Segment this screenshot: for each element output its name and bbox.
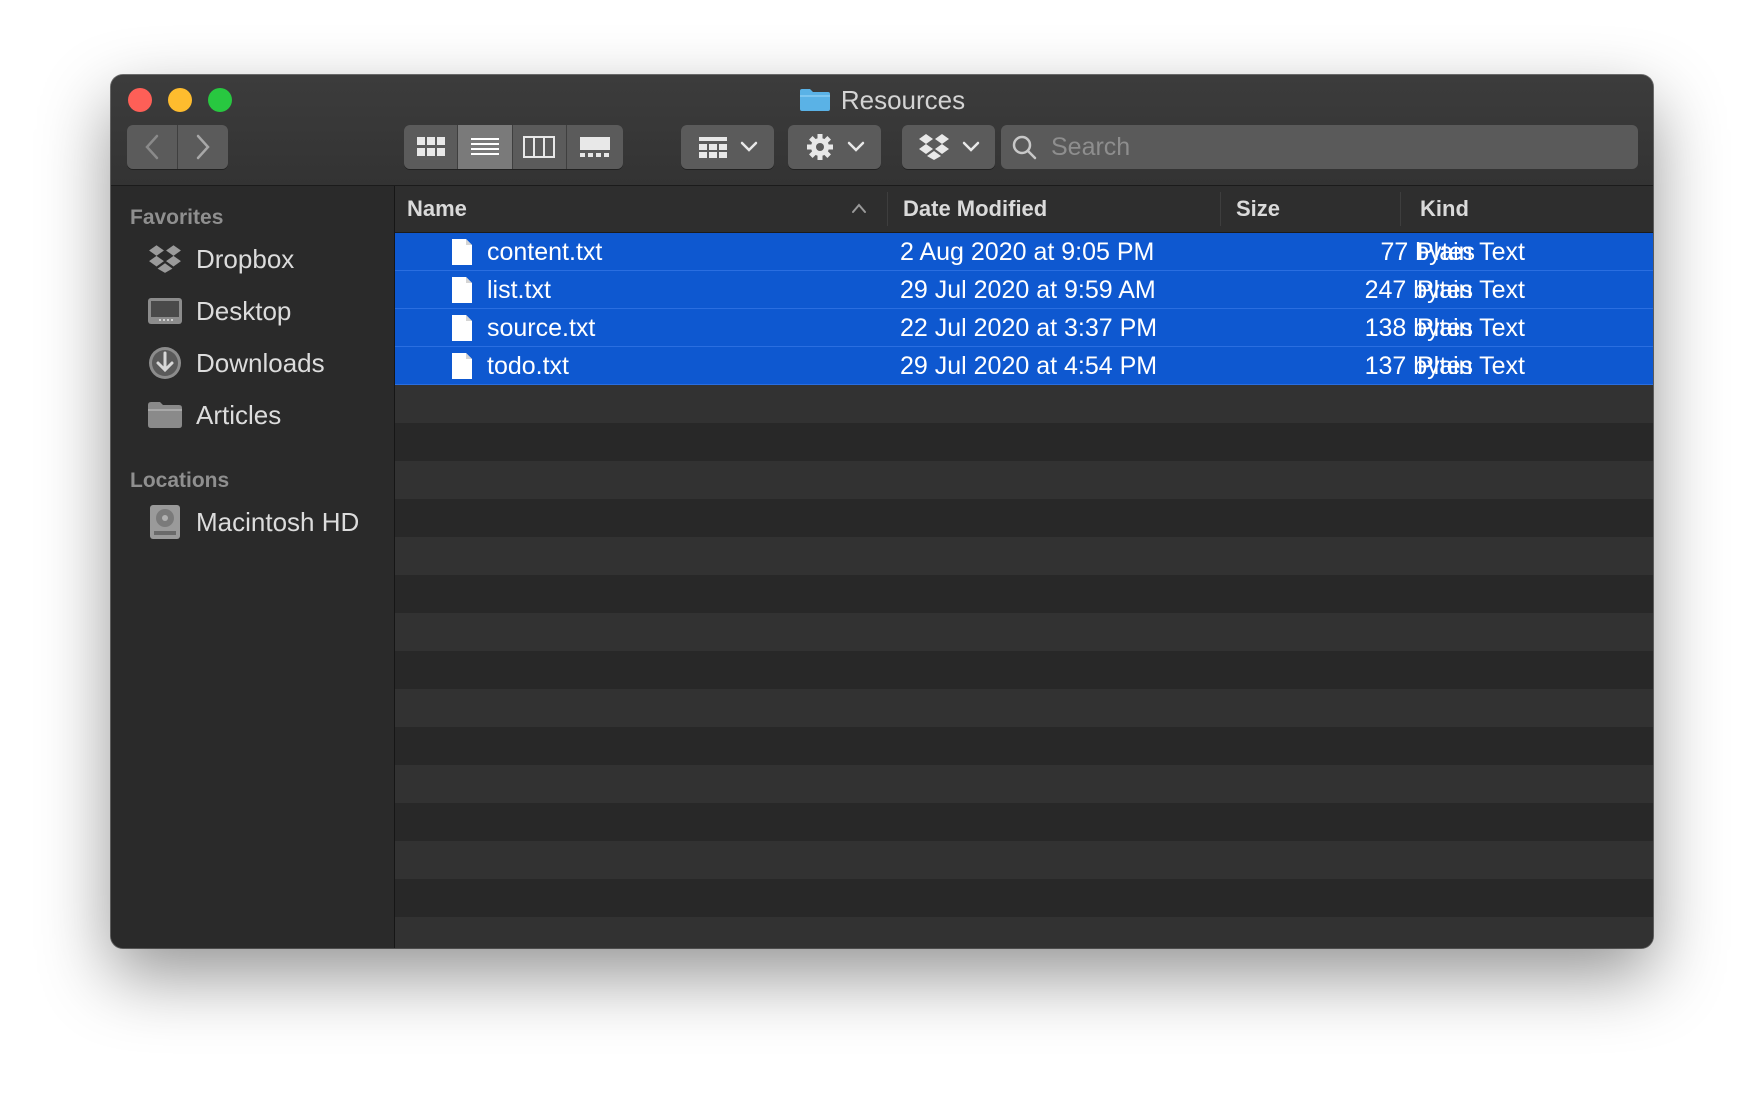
empty-row	[395, 879, 1653, 917]
file-name: list.txt	[487, 276, 551, 304]
column-view-icon	[523, 136, 556, 158]
gallery-view-icon	[579, 137, 610, 157]
column-divider[interactable]	[887, 192, 888, 226]
file-date: 2 Aug 2020 at 9:05 PM	[900, 238, 1155, 266]
sidebar-item-label: Downloads	[196, 347, 325, 378]
file-date: 29 Jul 2020 at 9:59 AM	[900, 276, 1156, 304]
sidebar-item-label: Macintosh HD	[196, 506, 360, 537]
group-by-button[interactable]	[681, 125, 774, 169]
search-field[interactable]	[1001, 125, 1638, 169]
sidebar-item-label: Desktop	[196, 295, 292, 326]
empty-row	[395, 803, 1653, 841]
favorites-heading: Favorites	[130, 206, 224, 229]
sidebar: Favorites Dropbox Desktop Downloads Arti…	[111, 186, 395, 948]
column-header-kind[interactable]: Kind	[1420, 186, 1620, 232]
text-document-icon	[452, 277, 472, 303]
titlebar: Resources	[111, 75, 1653, 186]
file-kind: Plain Text	[1417, 352, 1525, 380]
empty-row	[395, 575, 1653, 613]
downloads-icon	[147, 345, 183, 381]
file-kind: Plain Text	[1417, 314, 1525, 342]
column-header-name[interactable]: Name	[407, 186, 877, 232]
empty-row	[395, 385, 1653, 423]
back-button[interactable]	[127, 125, 178, 169]
folder-icon	[147, 397, 183, 433]
finder-window: Resources Search Favorites Dropbox Deskt…	[111, 75, 1653, 948]
sidebar-item-label: Dropbox	[196, 243, 295, 274]
file-kind: Plain Text	[1417, 238, 1525, 266]
forward-button[interactable]	[177, 125, 228, 169]
column-header-date-modified[interactable]: Date Modified	[903, 186, 1233, 232]
empty-row	[395, 651, 1653, 689]
search-input[interactable]	[1049, 131, 1613, 163]
empty-row	[395, 689, 1653, 727]
sidebar-item-macintosh-hd[interactable]: Macintosh HD	[111, 500, 394, 544]
window-title-text: Resources	[840, 85, 966, 115]
folder-icon	[799, 86, 831, 111]
search-icon	[1012, 135, 1037, 160]
gallery-view-button[interactable]	[566, 125, 623, 169]
file-name: content.txt	[487, 238, 603, 266]
list-view-icon	[470, 138, 499, 155]
sidebar-item-label: Articles	[196, 399, 282, 430]
empty-row	[395, 613, 1653, 651]
sidebar-item-desktop[interactable]: Desktop	[111, 289, 394, 333]
empty-row	[395, 841, 1653, 879]
column-view-button[interactable]	[512, 125, 567, 169]
file-name: source.txt	[487, 314, 596, 342]
empty-row	[395, 537, 1653, 575]
text-document-icon	[452, 353, 472, 379]
chevron-down-icon	[740, 141, 757, 152]
sidebar-item-articles[interactable]: Articles	[111, 393, 394, 437]
empty-row	[395, 765, 1653, 803]
file-name: todo.txt	[487, 352, 569, 380]
column-divider[interactable]	[1400, 192, 1401, 226]
sidebar-item-downloads[interactable]: Downloads	[111, 341, 394, 385]
text-document-icon	[452, 239, 472, 265]
file-row[interactable]: source.txt 22 Jul 2020 at 3:37 PM 138 by…	[395, 309, 1653, 347]
file-date: 29 Jul 2020 at 4:54 PM	[900, 352, 1158, 380]
group-grid-icon	[698, 137, 727, 158]
column-divider[interactable]	[1220, 192, 1221, 226]
icon-view-button[interactable]	[404, 125, 459, 169]
empty-row	[395, 727, 1653, 765]
sort-ascending-icon	[852, 203, 866, 213]
file-list: Name Date Modified Size Kind content.txt…	[395, 186, 1653, 948]
desktop-icon	[147, 293, 183, 329]
view-mode-control	[404, 125, 623, 169]
empty-row	[395, 461, 1653, 499]
navigation-buttons	[127, 125, 228, 169]
action-menu-button[interactable]	[788, 125, 881, 169]
column-header-size[interactable]: Size	[1236, 186, 1386, 232]
empty-row	[395, 423, 1653, 461]
file-rows: content.txt 2 Aug 2020 at 9:05 PM 77 byt…	[395, 233, 1653, 948]
file-date: 22 Jul 2020 at 3:37 PM	[900, 314, 1158, 342]
gear-icon	[806, 134, 833, 160]
file-row[interactable]: todo.txt 29 Jul 2020 at 4:54 PM 137 byte…	[395, 347, 1653, 385]
file-kind: Plain Text	[1417, 276, 1525, 304]
chevron-down-icon	[847, 141, 864, 152]
sidebar-item-dropbox[interactable]: Dropbox	[111, 237, 394, 281]
window-title: Resources	[111, 83, 1653, 117]
list-view-button[interactable]	[458, 125, 513, 169]
locations-heading: Locations	[130, 469, 230, 492]
hard-drive-icon	[147, 504, 183, 540]
dropbox-toolbar-button[interactable]	[902, 125, 995, 169]
empty-row	[395, 499, 1653, 537]
file-row[interactable]: list.txt 29 Jul 2020 at 9:59 AM 247 byte…	[395, 271, 1653, 309]
chevron-down-icon	[962, 141, 979, 152]
list-header: Name Date Modified Size Kind	[395, 186, 1653, 233]
dropbox-icon	[147, 241, 183, 277]
icon-view-icon	[416, 137, 445, 156]
chevron-left-icon	[145, 134, 158, 160]
file-row[interactable]: content.txt 2 Aug 2020 at 9:05 PM 77 byt…	[395, 233, 1653, 271]
chevron-right-icon	[196, 134, 210, 160]
dropbox-icon	[918, 134, 949, 160]
empty-row	[395, 917, 1653, 948]
text-document-icon	[452, 315, 472, 341]
